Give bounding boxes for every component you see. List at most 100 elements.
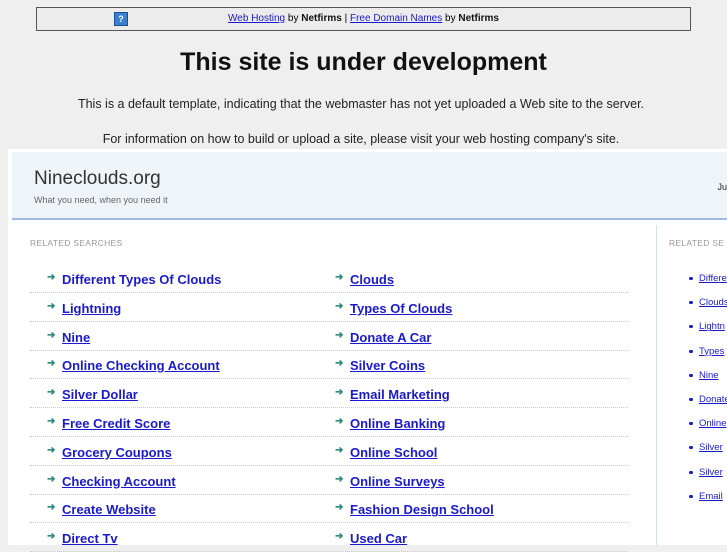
related-search-link[interactable]: ➜ Lightning: [47, 300, 122, 316]
link-label: Lightning: [62, 300, 122, 316]
related-search-link[interactable]: ➜ Fashion Design School: [335, 502, 494, 518]
sidebar-link[interactable]: Differe: [689, 273, 727, 284]
table-row: ➜ Nine ➜ Donate A Car: [30, 322, 628, 351]
related-search-link[interactable]: ➜ Direct Tv: [47, 531, 118, 547]
link-label: Free Credit Score: [62, 416, 171, 431]
arrow-icon: ➜: [47, 272, 56, 283]
sidebar-link[interactable]: Types: [689, 345, 725, 357]
link-label: Different Types Of Clouds: [62, 272, 222, 287]
sidebar-link[interactable]: Nine: [689, 370, 719, 381]
link-label: Nine: [62, 329, 91, 345]
related-search-link[interactable]: ➜ Silver Dollar: [47, 387, 138, 403]
table-row: ➜ Silver Dollar ➜ Email Marketing: [30, 379, 628, 409]
related-searches-heading: RELATED SEARCHES: [30, 238, 123, 248]
sidebar-link[interactable]: Silver: [689, 442, 723, 454]
arrow-icon: ➜: [335, 387, 344, 399]
sidebar-heading: RELATED SE: [669, 238, 725, 248]
related-search-link[interactable]: ➜ Email Marketing: [335, 387, 450, 402]
help-icon[interactable]: ?: [114, 12, 128, 26]
sidebar-link[interactable]: Online: [689, 418, 727, 430]
link-label: Email: [699, 490, 723, 502]
link-label: Used Car: [350, 531, 408, 547]
sidebar-link[interactable]: Clouds: [689, 297, 727, 309]
site-name[interactable]: Nineclouds.org: [34, 168, 161, 190]
related-search-link[interactable]: ➜ Create Website: [47, 502, 156, 517]
link-label: Silver: [699, 442, 723, 454]
related-search-link[interactable]: ➜ Used Car: [335, 531, 408, 547]
header-right-text: Ju: [717, 182, 727, 192]
table-row: ➜ Free Credit Score ➜ Online Banking: [30, 408, 628, 437]
related-search-link[interactable]: ➜ Different Types Of Clouds: [47, 272, 222, 287]
arrow-icon: ➜: [47, 416, 56, 427]
arrow-icon: ➜: [47, 300, 56, 312]
arrow-icon: ➜: [47, 531, 56, 543]
related-search-link[interactable]: ➜ Free Credit Score: [47, 416, 171, 431]
sidebar-link[interactable]: Silver: [689, 466, 723, 478]
related-search-link[interactable]: ➜ Donate A Car: [335, 329, 432, 345]
link-label: Direct Tv: [62, 531, 118, 547]
link-label: Online: [699, 418, 727, 430]
arrow-icon: ➜: [335, 416, 344, 427]
bullet-icon: [689, 398, 693, 401]
link-label: Online School: [350, 444, 438, 460]
site-tagline: What you need, when you need it: [34, 195, 168, 205]
arrow-icon: ➜: [335, 300, 344, 312]
table-row: ➜ Lightning ➜ Types Of Clouds: [30, 293, 628, 322]
bullet-icon: [689, 494, 693, 498]
related-search-link[interactable]: ➜ Nine: [47, 329, 91, 345]
bullet-icon: [689, 325, 693, 329]
arrow-icon: ➜: [47, 387, 56, 399]
free-domain-link[interactable]: Free Domain Names: [350, 13, 442, 24]
arrow-icon: ➜: [47, 329, 56, 341]
web-hosting-link[interactable]: Web Hosting: [228, 13, 285, 24]
bullet-icon: [689, 373, 693, 377]
link-label: Donate: [699, 394, 727, 405]
table-row: ➜ Direct Tv ➜ Used Car: [30, 523, 628, 552]
sidebar-link[interactable]: Email: [689, 490, 723, 502]
bullet-icon: [689, 349, 693, 353]
related-search-link[interactable]: ➜ Checking Account: [47, 474, 176, 489]
bullet-icon: [689, 301, 693, 305]
link-label: Silver Dollar: [62, 387, 138, 403]
link-label: Fashion Design School: [350, 502, 494, 518]
table-row: ➜ Different Types Of Clouds ➜ Clouds: [30, 264, 628, 293]
bullet-icon: [689, 470, 693, 474]
related-search-link[interactable]: ➜ Silver Coins: [335, 358, 426, 374]
by-text: by: [445, 13, 456, 24]
related-search-link[interactable]: ➜ Online Banking: [335, 416, 445, 431]
link-label: Clouds: [350, 272, 395, 287]
separator: |: [344, 13, 348, 24]
link-label: Online Checking Account: [62, 358, 220, 374]
bullet-icon: [689, 277, 693, 280]
link-label: Silver: [699, 466, 723, 478]
related-search-link[interactable]: ➜ Types Of Clouds: [335, 300, 453, 316]
bullet-icon: [689, 422, 693, 426]
site-header: Nineclouds.org What you need, when you n…: [12, 152, 727, 220]
sidebar-link[interactable]: Lightn: [689, 321, 725, 332]
related-search-link[interactable]: ➜ Online School: [335, 444, 438, 460]
link-label: Differe: [699, 273, 727, 284]
sidebar-link[interactable]: Donate: [689, 394, 727, 405]
link-label: Types: [699, 345, 725, 357]
arrow-icon: ➜: [47, 358, 56, 370]
info-text-2: For information on how to build or uploa…: [102, 132, 620, 146]
related-search-link[interactable]: ➜ Grocery Coupons: [47, 445, 172, 460]
related-search-link[interactable]: ➜ Online Surveys: [335, 474, 445, 489]
arrow-icon: ➜: [47, 473, 56, 485]
related-search-link[interactable]: ➜ Online Checking Account: [47, 358, 220, 374]
netfirms-banner: ? Web Hosting by Netfirms | Free Domain …: [36, 7, 691, 31]
link-label: Donate A Car: [350, 329, 432, 345]
column-divider: [656, 225, 657, 545]
arrow-icon: ➜: [335, 329, 344, 341]
related-search-link[interactable]: ➜ Clouds: [335, 272, 395, 287]
link-label: Silver Coins: [350, 358, 426, 374]
link-label: Types Of Clouds: [350, 300, 453, 316]
by-text: by: [287, 13, 299, 24]
table-row: ➜ Create Website ➜ Fashion Design School: [30, 494, 628, 524]
info-text-1: This is a default template, indicating t…: [77, 97, 645, 111]
bullet-icon: [689, 446, 693, 450]
arrow-icon: ➜: [335, 473, 344, 485]
table-row: ➜ Checking Account ➜ Online Surveys: [30, 466, 628, 495]
link-label: Clouds: [699, 297, 727, 309]
arrow-icon: ➜: [335, 502, 344, 514]
